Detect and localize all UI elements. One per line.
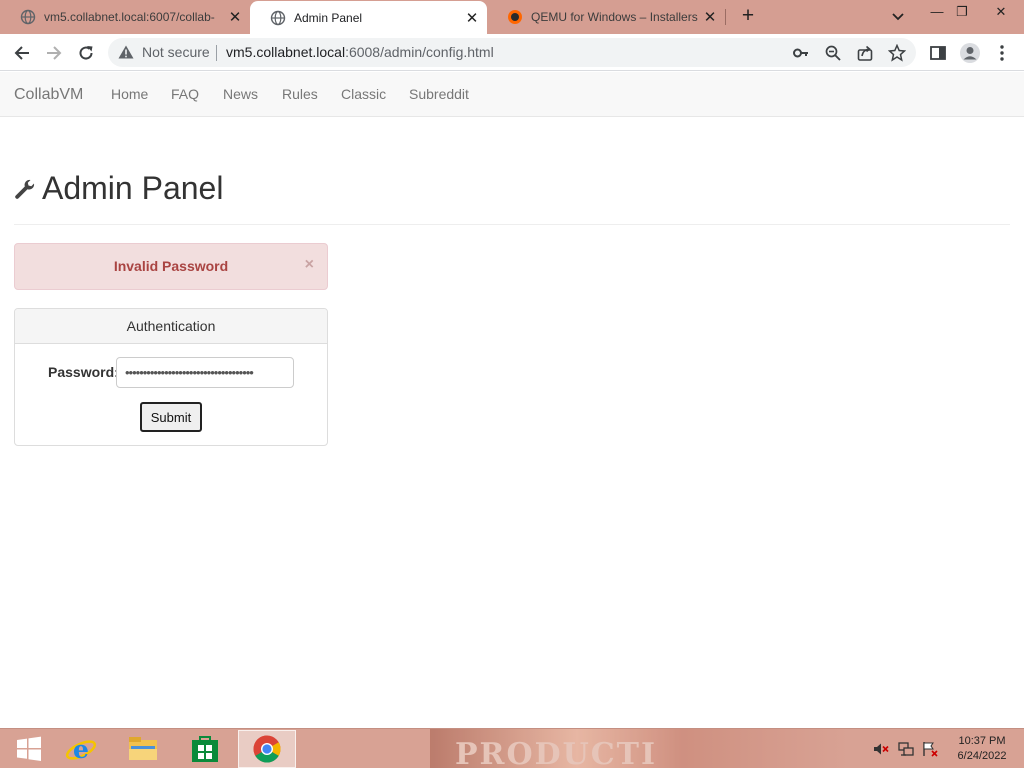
tab-qemu-installers[interactable]: QEMU for Windows – Installers (6 ✕: [487, 0, 725, 34]
address-bar[interactable]: Not secure vm5.collabnet.local:6008/admi…: [108, 38, 916, 67]
internet-explorer-icon: e: [65, 735, 97, 764]
browser-menu-button[interactable]: [990, 41, 1014, 65]
start-icon: [17, 736, 41, 761]
nav-link-rules[interactable]: Rules: [282, 86, 318, 102]
authentication-panel: Authentication Password: Submit: [14, 308, 328, 446]
nav-link-faq[interactable]: FAQ: [171, 86, 199, 102]
clock-time: 10:37 PM: [958, 735, 1006, 747]
close-icon[interactable]: ✕: [226, 8, 244, 26]
svg-text:e: e: [73, 735, 89, 764]
zoom-out-icon[interactable]: [824, 44, 842, 62]
submit-button[interactable]: Submit: [140, 402, 202, 432]
wrench-icon: [15, 179, 35, 199]
back-button[interactable]: [10, 41, 34, 65]
security-status[interactable]: Not secure: [142, 44, 210, 60]
forward-button[interactable]: [42, 41, 66, 65]
back-arrow-icon: [14, 46, 29, 60]
nav-link-news[interactable]: News: [223, 86, 258, 102]
site-brand[interactable]: CollabVM: [14, 86, 83, 104]
network-icon[interactable]: [898, 741, 914, 757]
chrome-icon: [253, 735, 281, 763]
alert-message: Invalid Password: [113, 258, 229, 274]
nav-link-classic[interactable]: Classic: [341, 86, 386, 102]
restore-button[interactable]: ❐: [947, 2, 977, 22]
share-icon[interactable]: [856, 44, 874, 62]
key-icon[interactable]: [792, 44, 810, 62]
tab-separator: [725, 9, 726, 25]
reload-button[interactable]: [74, 41, 98, 65]
kebab-menu-icon: [1000, 45, 1004, 61]
close-window-button[interactable]: ✕: [986, 2, 1016, 22]
forward-arrow-icon: [47, 46, 62, 60]
side-panel-button[interactable]: [926, 41, 950, 65]
chevron-down-icon[interactable]: [888, 8, 908, 26]
taskbar-app-chrome[interactable]: [238, 730, 296, 768]
close-icon[interactable]: ✕: [463, 9, 481, 27]
wallpaper-text: PRODUCTI: [455, 737, 658, 768]
start-button[interactable]: [0, 730, 58, 768]
site-navbar: CollabVM Home FAQ News Rules Classic Sub…: [0, 72, 1024, 117]
close-icon[interactable]: ✕: [701, 8, 719, 26]
warning-icon[interactable]: [118, 45, 134, 59]
url-host: vm5.collabnet.local: [226, 44, 346, 60]
speaker-muted-icon[interactable]: [873, 741, 889, 757]
action-center-flag-icon[interactable]: [922, 741, 938, 757]
windows-taskbar: PRODUCTI e 10:37 PM 6/24/2022: [0, 728, 1024, 768]
browser-tab-strip: vm5.collabnet.local:6007/collab- ✕ Admin…: [0, 0, 1024, 34]
url-path: :6008/admin/config.html: [345, 44, 494, 60]
password-field[interactable]: [116, 357, 294, 388]
file-explorer-icon: [129, 737, 157, 760]
profile-button[interactable]: [958, 41, 982, 65]
nav-link-home[interactable]: Home: [111, 86, 148, 102]
taskbar-app-store[interactable]: [176, 730, 234, 768]
alert-close-button[interactable]: ×: [305, 256, 314, 274]
system-clock[interactable]: 10:37 PM 6/24/2022: [946, 734, 1018, 764]
error-alert: Invalid Password ×: [14, 243, 328, 290]
tab-title: vm5.collabnet.local:6007/collab-: [44, 10, 215, 24]
page-header: Admin Panel: [14, 166, 1010, 225]
browser-toolbar: Not secure vm5.collabnet.local:6008/admi…: [0, 34, 1024, 71]
taskbar-app-file-explorer[interactable]: [114, 730, 172, 768]
globe-icon: [270, 10, 286, 25]
new-tab-button[interactable]: +: [737, 5, 759, 27]
wallpaper-strip: PRODUCTI: [430, 729, 850, 768]
store-icon: [192, 736, 218, 762]
clock-date: 6/24/2022: [957, 750, 1007, 762]
profile-avatar-icon: [960, 43, 980, 63]
panel-heading: Authentication: [15, 309, 327, 344]
tab-title: Admin Panel: [294, 10, 363, 25]
tab-title: QEMU for Windows – Installers (6: [531, 10, 701, 24]
reload-icon: [79, 46, 93, 60]
side-panel-icon: [930, 46, 946, 60]
tab-admin-panel[interactable]: Admin Panel ✕: [250, 1, 487, 34]
bookmark-star-icon[interactable]: [888, 44, 906, 62]
url-text[interactable]: vm5.collabnet.local:6008/admin/config.ht…: [226, 44, 494, 60]
nav-link-subreddit[interactable]: Subreddit: [409, 86, 469, 102]
globe-icon: [20, 9, 36, 25]
omnibox-divider: [216, 45, 217, 61]
taskbar-app-internet-explorer[interactable]: e: [52, 730, 110, 768]
page-title: Admin Panel: [42, 170, 224, 206]
qemu-icon: [508, 10, 522, 24]
password-label: Password:: [48, 364, 119, 380]
tab-collabvm-6007[interactable]: vm5.collabnet.local:6007/collab- ✕: [0, 0, 250, 34]
